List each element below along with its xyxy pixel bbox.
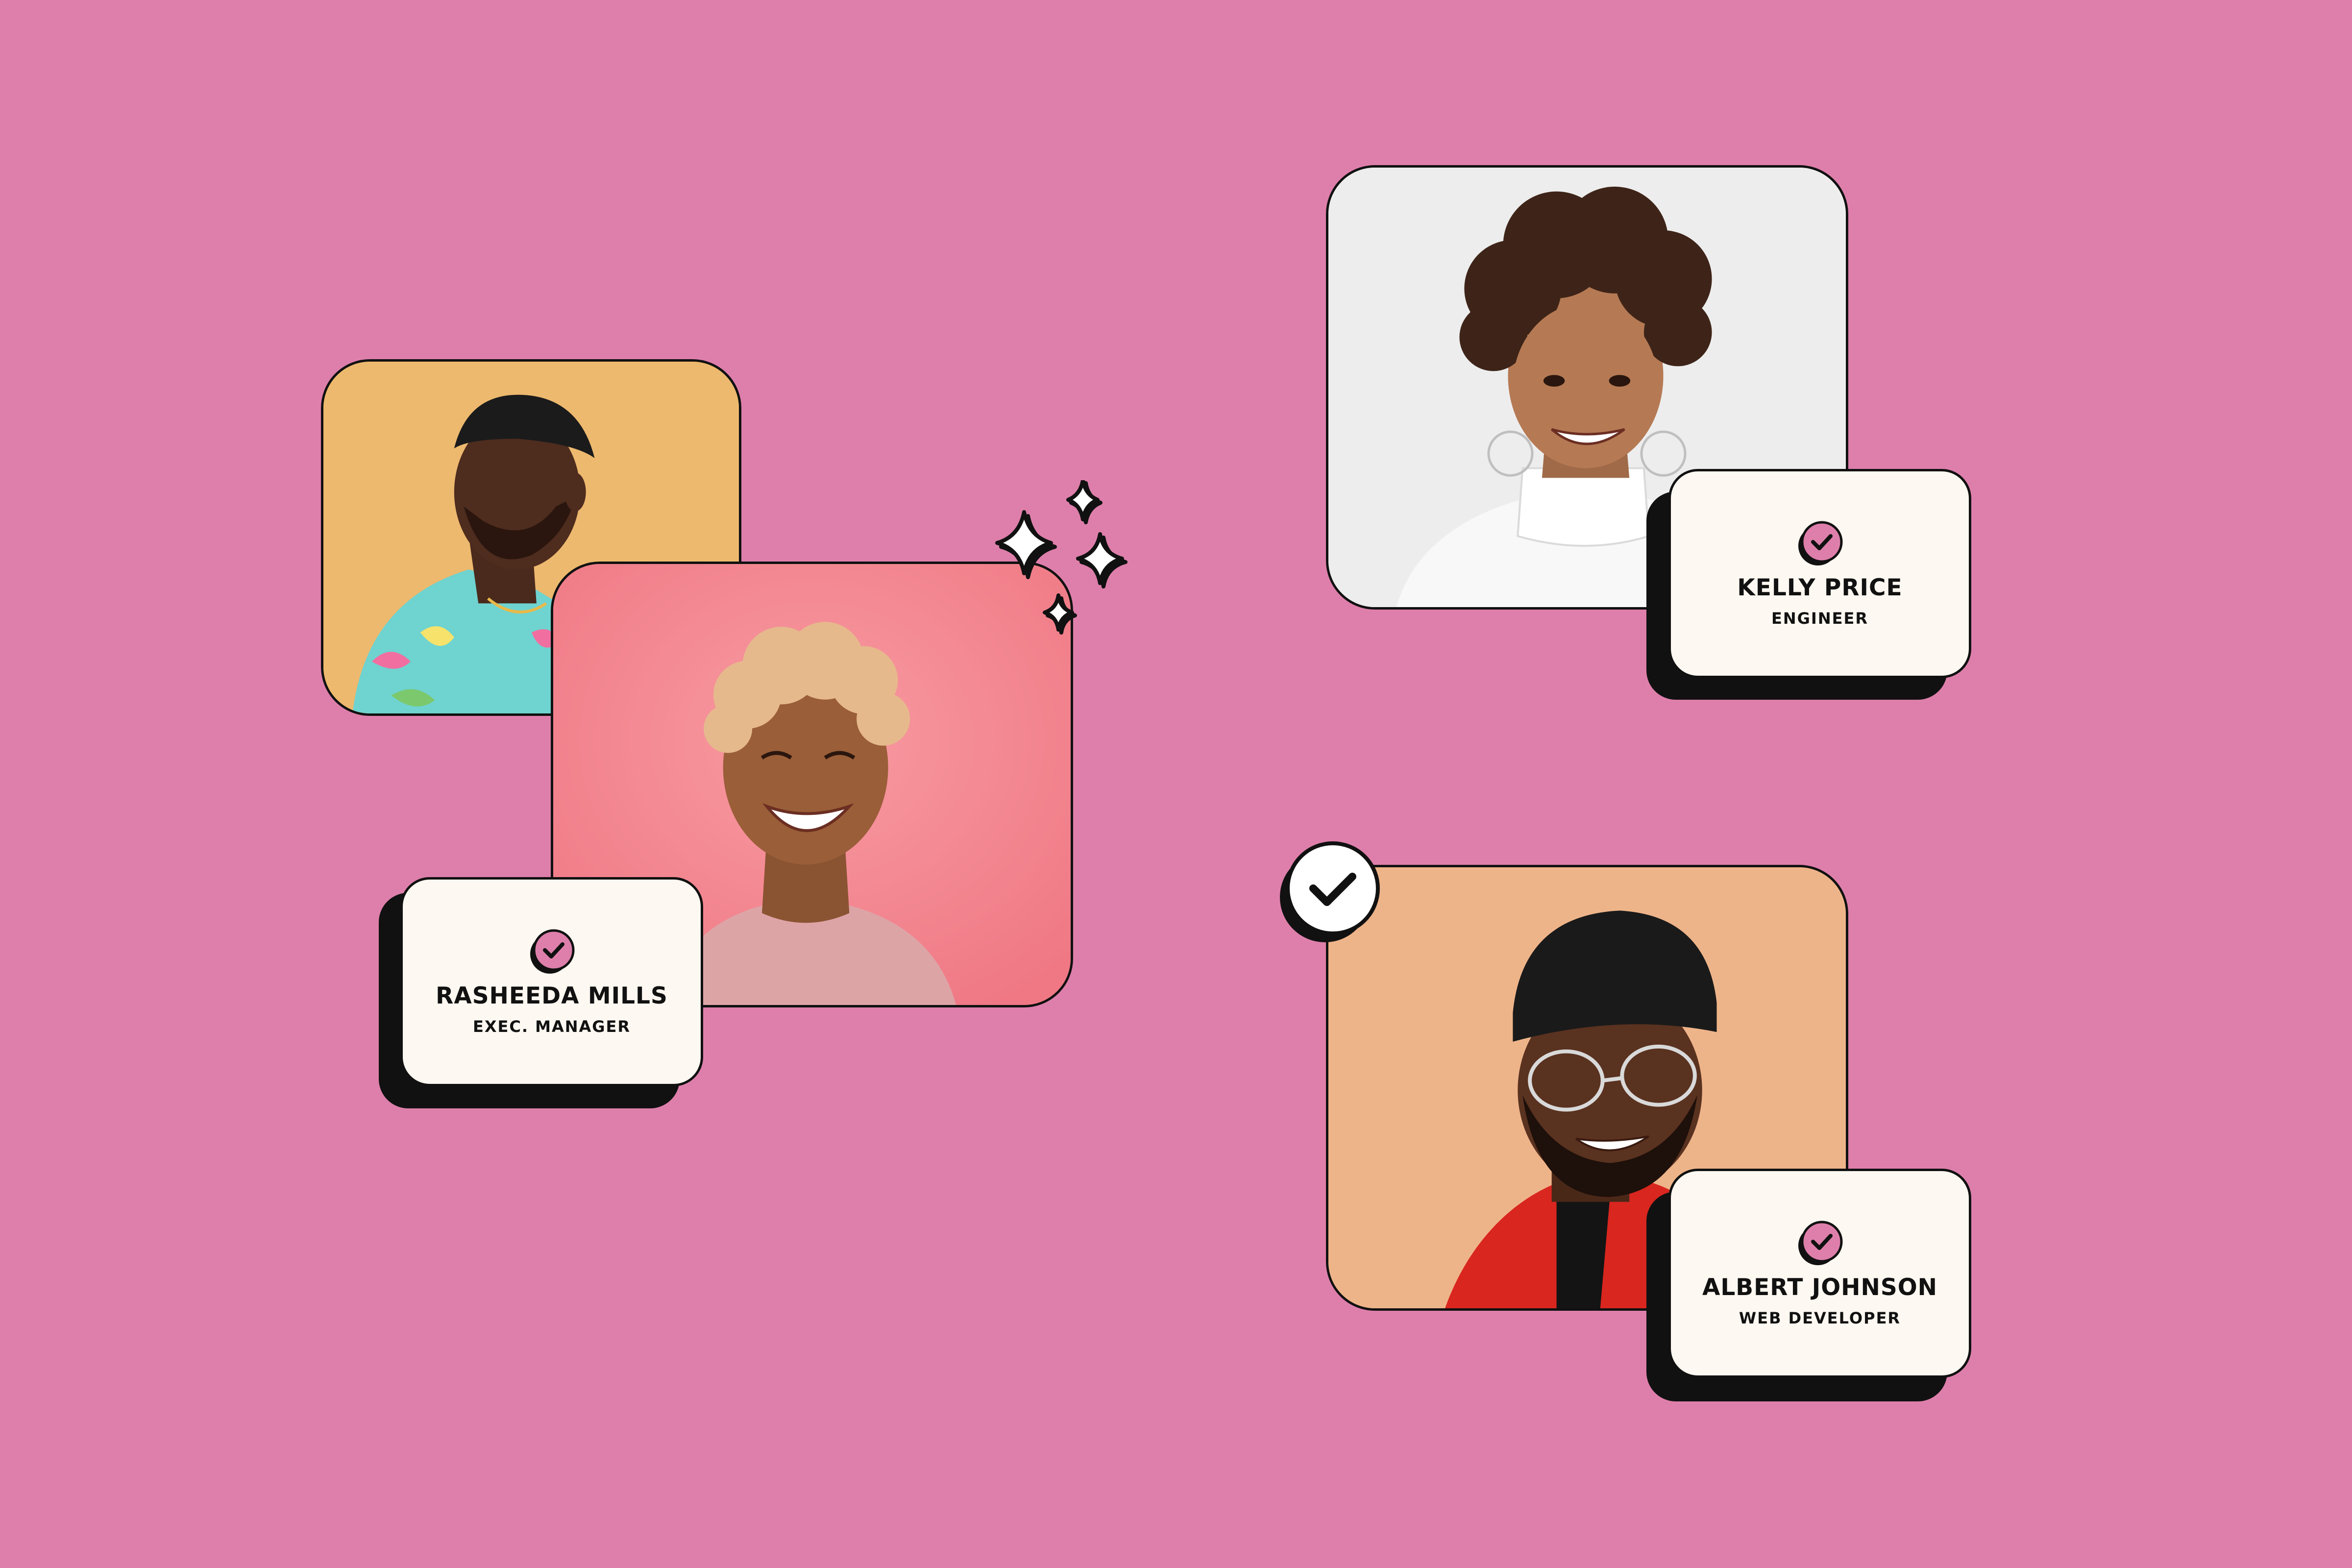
canvas: RASHEEDA MILLS EXEC. MANAGER KELLY PRICE… [0,0,2352,1568]
sparkles-icon [995,480,1127,635]
check-badge-icon [1798,1221,1843,1265]
check-badge-icon [1798,521,1843,565]
check-circle-icon [1280,841,1380,942]
profile-card-albert[interactable]: ALBERT JOHNSON WEB DEVELOPER [1668,1169,1971,1378]
profile-role: EXEC. MANAGER [472,1017,631,1036]
check-badge-icon [530,929,575,974]
profile-role: WEB DEVELOPER [1739,1309,1901,1328]
profile-card-kelly[interactable]: KELLY PRICE ENGINEER [1668,469,1971,678]
profile-role: ENGINEER [1771,609,1868,628]
profile-name: ALBERT JOHNSON [1702,1274,1937,1301]
profile-name: RASHEEDA MILLS [436,982,668,1009]
profile-name: KELLY PRICE [1737,574,1903,601]
profile-card-rasheeda[interactable]: RASHEEDA MILLS EXEC. MANAGER [400,877,703,1086]
